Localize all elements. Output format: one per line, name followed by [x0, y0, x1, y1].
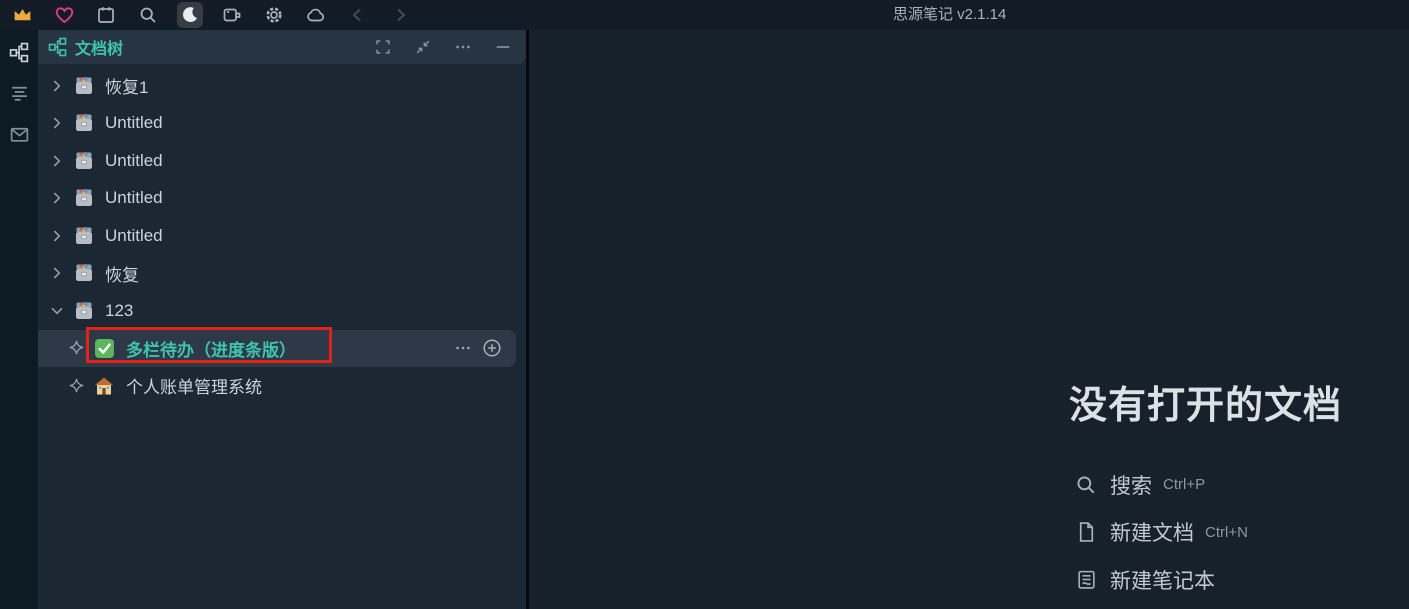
crown-icon: [12, 5, 33, 26]
tree-row-doc[interactable]: 个人账单管理系统: [38, 367, 526, 405]
panel-resize-divider[interactable]: [526, 30, 529, 609]
doc-label: 多栏待办（进度条版）: [126, 340, 296, 360]
search-icon: [1075, 474, 1097, 496]
empty-state-actions: 搜索 Ctrl+P 新建文档 Ctrl+N 新建笔记本: [1075, 461, 1248, 604]
file-tree-icon: [9, 42, 30, 63]
panel-title: 文档树: [75, 41, 124, 58]
chevron-down-icon[interactable]: [48, 302, 66, 320]
notebook-box-icon: [73, 301, 95, 321]
doc-tree-panel-header: 文档树: [38, 30, 526, 64]
notebook-label: 恢复: [105, 265, 139, 285]
tree-row-notebook[interactable]: Untitled: [38, 180, 526, 218]
checkbox-emoji-icon: [94, 338, 115, 359]
chevron-right-icon[interactable]: [48, 114, 66, 132]
more-button[interactable]: [454, 38, 472, 56]
action-new-notebook[interactable]: 新建笔记本: [1075, 556, 1248, 604]
tree-row-notebook-expanded[interactable]: 123: [38, 292, 526, 330]
new-doc-plus-button[interactable]: [482, 338, 502, 358]
notebook-label: Untitled: [105, 188, 163, 208]
daily-note-button[interactable]: [93, 2, 119, 28]
action-label: 新建笔记本: [1110, 569, 1215, 593]
house-emoji-icon: [94, 376, 115, 396]
notebook-label: 123: [105, 300, 134, 320]
outline-lines-icon: [9, 83, 30, 104]
dock-item-inbox[interactable]: [6, 121, 32, 147]
editor-empty-area: 没有打开的文档 搜索 Ctrl+P 新建文档 Ctrl+N 新建笔记本: [529, 30, 1409, 609]
dock-item-outline[interactable]: [6, 80, 32, 106]
doc-more-button[interactable]: [453, 338, 473, 358]
notebook-label: Untitled: [105, 225, 163, 245]
calendar-icon: [96, 5, 116, 25]
notebook-box-icon: [73, 151, 95, 171]
tree-row-notebook[interactable]: Untitled: [38, 105, 526, 143]
chevron-right-icon[interactable]: [48, 77, 66, 95]
chevron-right-icon[interactable]: [48, 227, 66, 245]
left-dock: [0, 30, 38, 609]
action-label: 新建文档: [1110, 522, 1194, 546]
notebook-box-icon: [73, 113, 95, 133]
file-tree-icon: [48, 37, 68, 57]
collapse-panel-button[interactable]: [414, 38, 432, 56]
action-search[interactable]: 搜索 Ctrl+P: [1075, 461, 1248, 509]
workspace-crown-button[interactable]: [9, 2, 35, 28]
doc-label: 个人账单管理系统: [126, 378, 262, 398]
minimize-panel-button[interactable]: [494, 38, 512, 56]
chevron-right-icon[interactable]: [48, 264, 66, 282]
settings-button[interactable]: [261, 2, 287, 28]
new-notebook-icon: [1075, 569, 1097, 591]
tree-row-notebook[interactable]: Untitled: [38, 142, 526, 180]
chevron-right-icon: [390, 5, 410, 25]
envelope-icon: [9, 124, 30, 145]
notebook-box-icon: [73, 226, 95, 246]
fullscreen-button[interactable]: [374, 38, 392, 56]
notebook-box-icon: [73, 263, 95, 283]
moon-icon: [180, 5, 200, 25]
notebook-label: Untitled: [105, 150, 163, 170]
notebook-label: Untitled: [105, 113, 163, 133]
tree-row-notebook[interactable]: 恢复1: [38, 67, 526, 105]
notebook-tree: 恢复1 Untitled Untitled Untitled Untitled …: [38, 64, 526, 405]
action-shortcut: Ctrl+P: [1163, 476, 1206, 494]
chevron-right-icon[interactable]: [48, 189, 66, 207]
dark-mode-toggle[interactable]: [177, 2, 203, 28]
gear-icon: [264, 5, 284, 25]
notebook-label: 恢复1: [105, 78, 149, 98]
action-shortcut: Ctrl+N: [1205, 523, 1248, 541]
empty-state-title: 没有打开的文档: [1069, 385, 1343, 427]
top-toolbar: 思源笔记 v2.1.14: [0, 0, 1409, 30]
chevron-right-icon[interactable]: [48, 152, 66, 170]
tree-row-notebook[interactable]: Untitled: [38, 217, 526, 255]
action-label: 搜索: [1110, 474, 1152, 498]
record-button[interactable]: [219, 2, 245, 28]
cloud-icon: [306, 5, 326, 25]
notebook-box-icon: [73, 76, 95, 96]
tree-row-notebook[interactable]: 恢复: [38, 255, 526, 293]
chevron-left-icon: [348, 5, 368, 25]
favorites-button[interactable]: [51, 2, 77, 28]
notebook-box-icon: [73, 188, 95, 208]
global-search-button[interactable]: [135, 2, 161, 28]
nav-forward-button[interactable]: [387, 2, 413, 28]
action-new-doc[interactable]: 新建文档 Ctrl+N: [1075, 509, 1248, 557]
heart-icon: [54, 5, 75, 26]
new-file-icon: [1075, 521, 1097, 543]
sparkle-bullet-icon: [68, 339, 86, 357]
window-title: 思源笔记 v2.1.14: [893, 6, 1007, 23]
video-camera-icon: [222, 5, 242, 25]
doc-tree-panel: 文档树 恢复1 Untitled Untitled Untitled Untit…: [38, 30, 526, 609]
sparkle-bullet-icon: [68, 377, 86, 395]
dock-item-doc-tree[interactable]: [6, 39, 32, 65]
search-icon: [138, 5, 158, 25]
sync-button[interactable]: [303, 2, 329, 28]
nav-back-button[interactable]: [345, 2, 371, 28]
tree-row-doc-selected[interactable]: 多栏待办（进度条版）: [38, 329, 516, 367]
